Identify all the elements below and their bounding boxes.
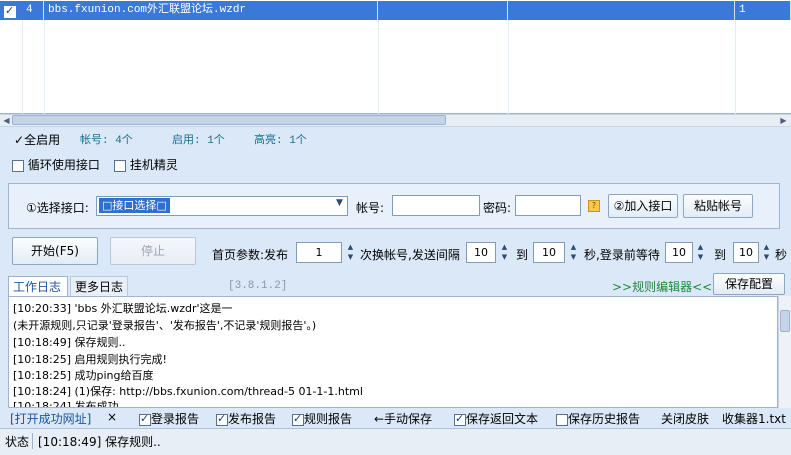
spin-arrows-icon[interactable]: ▲ ▼ [760,242,773,263]
seconds-label: 秒 [775,248,788,262]
close-skin-link[interactable]: 关闭皮肤 [661,410,709,427]
rule-report-checkbox[interactable]: 规则报告 [292,410,352,427]
spin-arrows-icon[interactable]: ▲ ▼ [344,242,357,263]
open-success-url-link[interactable]: [打开成功网址] [10,410,91,427]
grid-col-divider [22,20,23,114]
log-line: [10:18:24] 发布成功 [13,400,119,408]
login-report-checkbox[interactable]: 登录报告 [139,410,199,427]
scroll-left-icon[interactable]: ◀ [1,115,12,126]
home-param-label: 首页参数:发布 [212,248,289,262]
interval-to-input[interactable]: 10 [533,242,565,263]
spin-arrows-icon[interactable]: ▲ ▼ [694,242,707,263]
key-icon[interactable]: ? [588,200,600,212]
row-checkbox[interactable] [4,4,16,18]
rule-editor-link[interactable]: >>规则编辑器<< [612,278,712,295]
tab-more-log[interactable]: 更多日志 [70,276,128,296]
check-icon: ✓ [14,133,25,147]
select-interface-label: ①选择接口: [26,201,89,215]
status-label: 状态 [5,435,30,449]
save-config-button[interactable]: 保存配置 [713,273,785,295]
log-panel: [10:20:33] 'bbs 外汇联盟论坛.wzdr'这是一 (未开源规则,只… [8,296,778,408]
account-field[interactable] [392,195,480,216]
row-cell [378,1,508,20]
switch-interval-label: 次换帐号,发送间隔 [360,248,460,262]
log-line: [10:18:25] 启用规则执行完成! [13,353,167,366]
grid-col-divider [508,20,509,114]
password-field[interactable] [515,195,581,216]
scrollbar-thumb[interactable] [780,310,790,332]
spin-arrows-icon[interactable]: ▲ ▼ [567,242,580,263]
add-interface-button[interactable]: ②加入接口 [608,194,678,218]
grid-col-divider [378,20,379,114]
paste-account-button[interactable]: 粘贴帐号 [683,194,753,218]
divider [32,433,33,449]
save-history-checkbox[interactable]: 保存历史报告 [556,410,640,427]
accounts-count: 帐号: 4个 [80,135,133,147]
row-number: 4 [22,1,44,20]
to-label: 到 [714,248,727,262]
account-label: 帐号: [356,201,385,215]
to-label: 到 [516,248,529,262]
wait-label: 秒,登录前等待 [584,248,660,262]
hang-wizard-checkbox[interactable]: 挂机精灵 [114,156,178,173]
home-param-input[interactable]: 1 [296,242,342,263]
stop-button[interactable]: 停止 [110,237,196,265]
log-line: [10:20:33] 'bbs 外汇联盟论坛.wzdr'这是一 [13,302,233,315]
interval-from-input[interactable]: 10 [466,242,496,263]
version-label: [3.8.1.2] [228,280,288,292]
row-site-name: bbs.fxunion.com外汇联盟论坛.wzdr [44,1,378,20]
log-line: [10:18:25] 成功ping给百度 [13,369,154,382]
status-text: [10:18:49] 保存规则.. [38,435,161,449]
interface-select-value: □接口选择□ [99,198,170,213]
row-count: 1 [735,1,791,20]
spin-arrows-icon[interactable]: ▲ ▼ [498,242,511,263]
tab-work-log[interactable]: 工作日志 [8,276,68,296]
wait-from-input[interactable]: 10 [665,242,693,263]
close-icon[interactable]: × [107,410,117,424]
grid-col-divider [44,20,45,114]
log-line: (未开源规则,只记录'登录报告'、'发布报告',不记录'规则报告'。) [13,319,317,332]
enabled-count: 启用: 1个 [172,135,225,147]
loop-interface-checkbox[interactable]: 循环使用接口 [12,156,100,173]
publish-report-checkbox[interactable]: 发布报告 [216,410,276,427]
highlight-count: 高亮: 1个 [254,135,307,147]
enable-all-toggle[interactable]: ✓全启用 [14,131,60,148]
chevron-down-icon[interactable]: ▼ [336,198,343,208]
save-return-text-checkbox[interactable]: 保存返回文本 [454,410,538,427]
log-line: [10:18:24] (1)保存: http://bbs.fxunion.com… [13,385,363,398]
row-cell [508,1,735,20]
scrollbar-thumb[interactable] [12,115,446,125]
grid-col-divider [735,20,736,114]
log-line: [10:18:49] 保存规则.. [13,336,126,349]
wait-to-input[interactable]: 10 [733,242,759,263]
scroll-right-icon[interactable]: ▶ [778,115,789,126]
password-label: 密码: [483,201,512,215]
collector-link[interactable]: 收集器1.txt [722,410,786,427]
manual-save-link[interactable]: ←手动保存 [374,410,432,427]
start-button[interactable]: 开始(F5) [12,237,98,265]
